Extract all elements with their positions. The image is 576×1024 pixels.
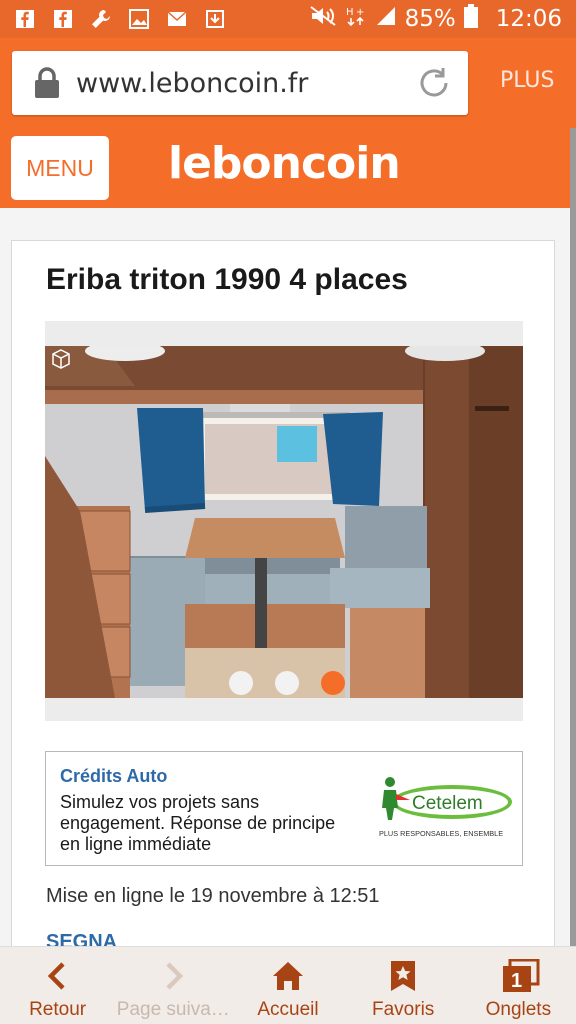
data-icon: H + <box>345 5 367 33</box>
svg-text:PLUS RESPONSABLES, ENSEMBLE: PLUS RESPONSABLES, ENSEMBLE <box>379 829 503 838</box>
clock: 12:06 <box>495 6 562 32</box>
nav-label: Page suiva… <box>116 999 229 1020</box>
url-text: www.leboncoin.fr <box>76 67 309 99</box>
ad-text: Simulez vos projets sans engagement. Rép… <box>60 792 336 854</box>
url-bar[interactable]: www.leboncoin.fr <box>12 51 468 115</box>
nav-label: Favoris <box>372 999 435 1020</box>
site-header: MENU leboncoin <box>0 128 576 208</box>
scroll-edge <box>570 128 576 948</box>
svg-text:+: + <box>356 7 364 18</box>
ad-title: Crédits Auto <box>60 766 168 786</box>
more-button[interactable]: PLUS <box>500 68 555 93</box>
facebook-icon <box>14 8 36 30</box>
nav-favorites-button[interactable]: Favoris <box>346 947 461 1024</box>
chevron-right-icon <box>156 959 190 993</box>
nav-forward-button[interactable]: Page suiva… <box>115 947 230 1024</box>
facebook-icon <box>52 8 74 30</box>
download-icon <box>204 8 226 30</box>
tabs-icon: 1 <box>501 958 540 993</box>
ad-banner[interactable]: Crédits Auto Simulez vos projets sans en… <box>45 751 523 866</box>
svg-text:H: H <box>346 7 354 18</box>
cetelem-logo: Cetelem PLUS RESPONSABLES, ENSEMBLE <box>376 774 516 846</box>
listing-card: Eriba triton 1990 4 places Crédits Auto … <box>11 240 555 1000</box>
nav-label: Retour <box>29 999 87 1020</box>
site-logo[interactable]: leboncoin <box>168 138 401 189</box>
image-icon <box>128 8 150 30</box>
posted-date: Mise en ligne le 19 novembre à 12:51 <box>46 885 380 907</box>
menu-button[interactable]: MENU <box>11 136 109 200</box>
signal-icon <box>375 5 397 33</box>
bookmark-star-icon <box>386 959 420 993</box>
nav-back-button[interactable]: Retour <box>0 947 115 1024</box>
carousel-indicators <box>229 671 345 695</box>
nav-label: Onglets <box>485 999 552 1020</box>
mail-icon <box>166 8 188 30</box>
carousel-dot[interactable] <box>275 671 299 695</box>
chevron-left-icon <box>41 959 75 993</box>
home-icon <box>271 959 305 993</box>
reload-icon[interactable] <box>416 65 452 101</box>
bottom-navigation: Retour Page suiva… Accueil Favoris 1 Ong… <box>0 946 576 1024</box>
battery-level: 85% <box>404 6 456 32</box>
lock-icon <box>34 67 60 99</box>
mute-icon <box>309 5 337 33</box>
carousel-dot-active[interactable] <box>321 671 345 695</box>
battery-icon <box>463 4 478 34</box>
nav-label: Accueil <box>257 999 319 1020</box>
nav-home-button[interactable]: Accueil <box>230 947 345 1024</box>
photo-gallery[interactable] <box>45 321 523 721</box>
watermark-icon <box>51 349 71 369</box>
listing-photo[interactable] <box>45 346 523 698</box>
screen: H+ 85% 12:06 www.leboncoin.fr PLUS MENU <box>0 0 576 1024</box>
nav-tabs-button[interactable]: 1 Onglets <box>461 947 576 1024</box>
browser-toolbar: www.leboncoin.fr PLUS <box>0 38 576 128</box>
wrench-icon <box>90 8 112 30</box>
carousel-dot[interactable] <box>229 671 253 695</box>
svg-text:Cetelem: Cetelem <box>412 793 483 814</box>
svg-text:1: 1 <box>511 970 522 992</box>
status-bar: H + 85% 12:06 <box>0 0 576 38</box>
listing-title: Eriba triton 1990 4 places <box>46 263 408 296</box>
